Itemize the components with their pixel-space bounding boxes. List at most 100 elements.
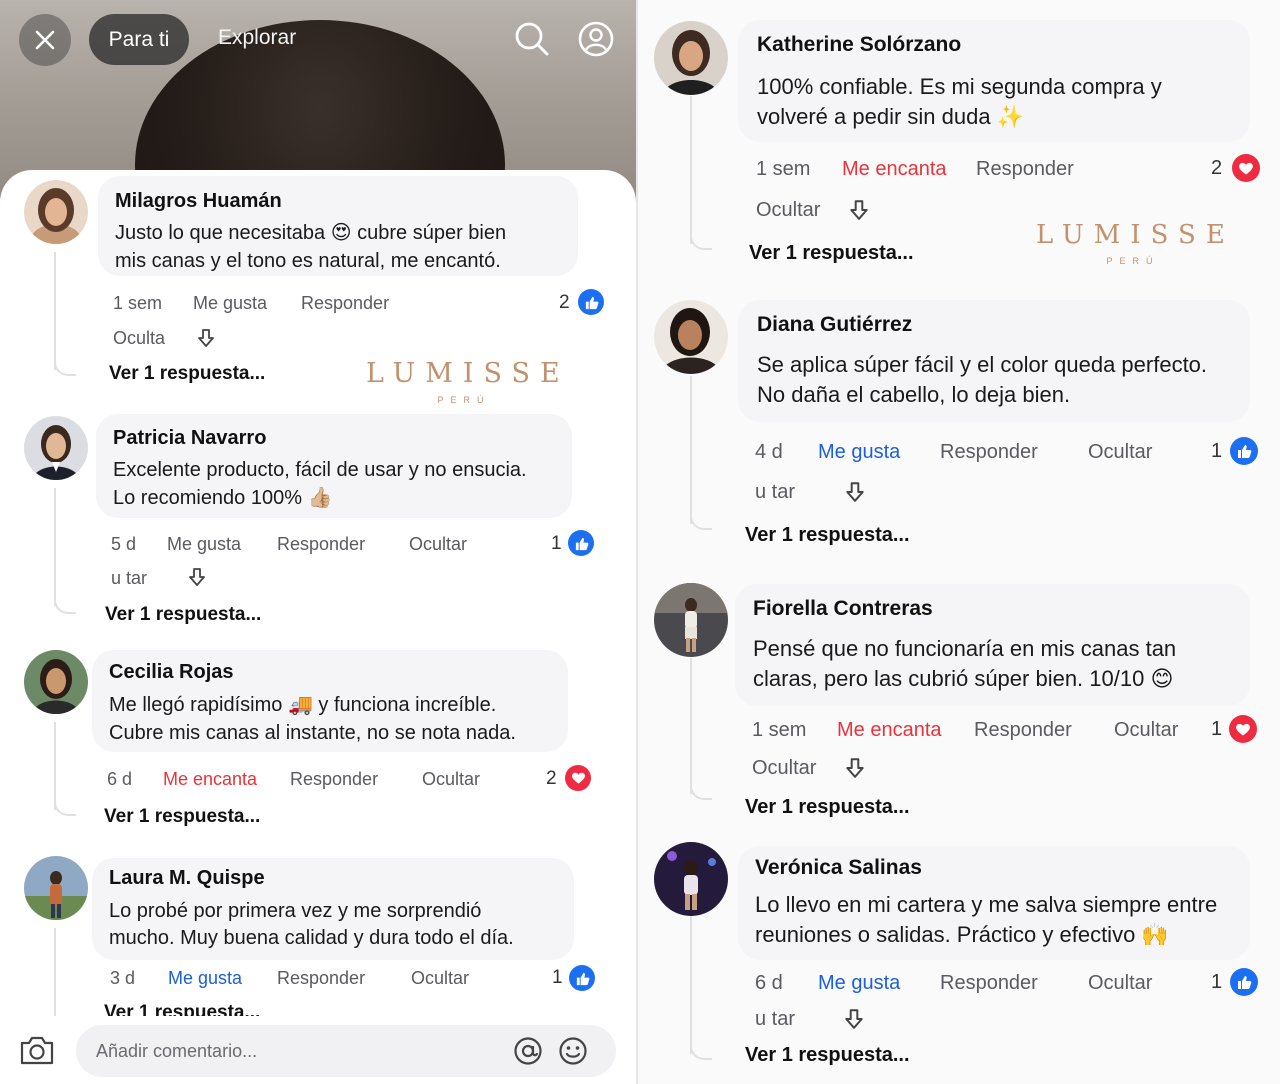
hide-button[interactable]: Ocultar <box>1088 441 1152 464</box>
like-button[interactable]: Me gusta <box>818 441 900 464</box>
dislike-arrow-icon[interactable] <box>844 1008 864 1030</box>
commenter-name[interactable]: Fiorella Contreras <box>753 597 933 621</box>
comment-text-line: No daña el cabello, lo deja bien. <box>757 382 1071 407</box>
view-replies-link[interactable]: Ver 1 respuesta... <box>109 363 265 385</box>
mention-icon[interactable] <box>513 1036 543 1066</box>
reply-button[interactable]: Responder <box>976 158 1074 181</box>
dislike-arrow-icon[interactable] <box>197 328 215 348</box>
reply-button[interactable]: Responder <box>277 968 365 989</box>
reply-button[interactable]: Responder <box>301 293 389 314</box>
avatar[interactable] <box>24 180 88 244</box>
profile-icon[interactable] <box>577 20 615 58</box>
hide-button-secondary[interactable]: Ocultar <box>752 757 816 780</box>
dislike-arrow-icon[interactable] <box>849 199 869 221</box>
love-reaction-icon[interactable] <box>565 765 591 791</box>
dislike-arrow-icon[interactable] <box>188 567 206 587</box>
emoji-icon[interactable] <box>558 1036 588 1066</box>
tab-explorar[interactable]: Explorar <box>218 26 296 50</box>
comment-text-line: 100% confiable. Es mi segunda compra y <box>757 74 1162 99</box>
avatar[interactable] <box>24 856 88 920</box>
like-reaction-icon[interactable] <box>1230 437 1258 465</box>
comment-text-line: mucho. Muy buena calidad y dura todo el … <box>109 927 514 949</box>
love-reaction-icon[interactable] <box>1229 715 1257 743</box>
avatar[interactable] <box>654 21 728 95</box>
like-reaction-icon[interactable] <box>569 965 595 991</box>
like-reaction-icon[interactable] <box>568 530 594 556</box>
reaction-count: 1 <box>1211 971 1223 993</box>
hide-button-secondary[interactable]: u tar <box>755 1008 795 1031</box>
comment-time: 1 sem <box>113 293 163 313</box>
comment-text-line: Me llegó rapidísimo 🚚 y funciona increíb… <box>109 694 497 716</box>
thread-hook <box>690 1038 712 1060</box>
commenter-name[interactable]: Milagros Huamán <box>115 190 282 213</box>
like-button[interactable]: Me gusta <box>168 968 242 989</box>
commenter-name[interactable]: Katherine Solórzano <box>757 33 961 57</box>
hide-button[interactable]: Ocultar <box>422 769 480 790</box>
comment-time: 6 d <box>755 972 783 994</box>
dislike-arrow-icon[interactable] <box>845 481 865 503</box>
comment-text-line: mis canas y el tono es natural, me encan… <box>115 250 501 272</box>
thread-line <box>690 96 692 244</box>
love-reaction-icon[interactable] <box>1232 154 1260 182</box>
comment-time: 1 sem <box>752 719 807 741</box>
reply-button[interactable]: Responder <box>290 769 378 790</box>
avatar[interactable] <box>24 416 88 480</box>
hide-button[interactable]: Ocultar <box>411 968 469 989</box>
view-replies-link[interactable]: Ver 1 respuesta... <box>745 1044 910 1067</box>
comment-text-line: Pensé que no funcionaría en mis canas ta… <box>753 636 1177 661</box>
thread-hook <box>690 508 712 530</box>
avatar[interactable] <box>654 583 728 657</box>
close-icon <box>35 30 55 50</box>
dislike-arrow-icon[interactable] <box>845 757 865 779</box>
close-button[interactable] <box>19 14 71 66</box>
commenter-name[interactable]: Laura M. Quispe <box>109 867 265 890</box>
like-button[interactable]: Me gusta <box>818 972 900 995</box>
comment-text-line: Se aplica súper fácil y el color queda p… <box>757 352 1208 377</box>
view-replies-link[interactable]: Ver 1 respuesta... <box>104 806 260 828</box>
love-button[interactable]: Me encanta <box>842 158 947 181</box>
commenter-name[interactable]: Patricia Navarro <box>113 427 266 450</box>
commenter-name[interactable]: Verónica Salinas <box>755 856 922 880</box>
like-button[interactable]: Me gusta <box>193 293 267 314</box>
like-reaction-icon[interactable] <box>1230 968 1258 996</box>
tab-para-ti[interactable]: Para ti <box>89 14 189 65</box>
avatar[interactable] <box>654 300 728 374</box>
thread-line <box>54 488 56 606</box>
view-replies-link[interactable]: Ver 1 respuesta... <box>745 524 910 547</box>
thread-hook <box>54 592 76 614</box>
reply-button[interactable]: Responder <box>940 972 1038 995</box>
reaction-count: 1 <box>1211 718 1223 740</box>
reaction-count: 1 <box>552 967 563 988</box>
hide-button-secondary[interactable]: u tar <box>111 568 147 589</box>
thread-line <box>690 914 692 1054</box>
hide-button-secondary[interactable]: u tar <box>755 481 795 504</box>
reply-button[interactable]: Responder <box>940 441 1038 464</box>
commenter-name[interactable]: Cecilia Rojas <box>109 661 234 684</box>
brand-watermark: LUMISSE PERÚ <box>1036 220 1235 266</box>
hide-button[interactable]: Ocultar <box>409 534 467 555</box>
reply-button[interactable]: Responder <box>277 534 365 555</box>
thread-hook <box>690 228 712 250</box>
commenter-name[interactable]: Diana Gutiérrez <box>757 313 912 337</box>
thread-line <box>54 252 56 370</box>
view-replies-link[interactable]: Ver 1 respuesta... <box>749 242 914 265</box>
hide-button[interactable]: Ocultar <box>1088 972 1152 995</box>
hide-button[interactable]: Ocultar <box>1114 719 1178 742</box>
view-replies-link[interactable]: Ver 1 respuesta... <box>745 796 910 819</box>
love-button[interactable]: Me encanta <box>163 769 257 790</box>
right-panel: Katherine Solórzano 100% confiable. Es m… <box>638 0 1280 1084</box>
comment-time: 4 d <box>755 441 783 463</box>
avatar[interactable] <box>24 650 88 714</box>
hide-button[interactable]: Oculta <box>113 328 165 349</box>
camera-icon[interactable] <box>19 1034 55 1066</box>
like-button[interactable]: Me gusta <box>167 534 241 555</box>
view-replies-link[interactable]: Ver 1 respuesta... <box>105 604 261 626</box>
search-icon[interactable] <box>513 20 551 58</box>
like-reaction-icon[interactable] <box>578 289 604 315</box>
comment-time: 6 d <box>107 769 133 789</box>
reply-button[interactable]: Responder <box>974 719 1072 742</box>
comment-text-line: Cubre mis canas al instante, no se nota … <box>109 722 516 744</box>
love-button[interactable]: Me encanta <box>837 719 942 742</box>
avatar[interactable] <box>654 842 728 916</box>
hide-button[interactable]: Ocultar <box>756 199 820 222</box>
